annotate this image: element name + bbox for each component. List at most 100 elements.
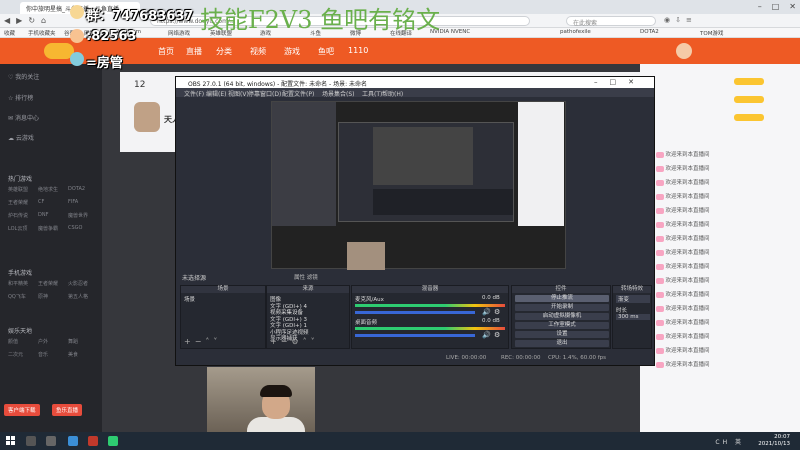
nav-video[interactable]: 视频 <box>250 46 266 57</box>
obs-menu-item[interactable]: 配置文件(P) <box>282 89 314 98</box>
sidebar-game-item[interactable]: LOL云顶 <box>8 225 38 232</box>
sidebar-game-item[interactable]: 魔兽争霸 <box>38 225 68 232</box>
bookmark-item[interactable]: pathofexile <box>560 29 591 35</box>
sidebar-game-item[interactable]: DOTA2 <box>68 186 98 193</box>
download-icon[interactable]: ⇩ <box>675 16 686 24</box>
sidebar-game-item[interactable]: 舞蹈 <box>68 338 98 345</box>
obs-menu-item[interactable]: 编辑(E) <box>206 89 226 98</box>
obs-app-icon[interactable] <box>88 436 98 446</box>
close-icon[interactable]: ✕ <box>789 2 796 11</box>
add-icon[interactable]: + <box>270 337 281 346</box>
bookmark-item[interactable]: DOTA2 <box>640 29 659 35</box>
forward-icon[interactable]: ▶ <box>16 16 28 25</box>
bookmark-item[interactable]: 收藏 <box>4 29 15 37</box>
speaker-icon[interactable]: 🔊 <box>482 331 491 339</box>
sidebar-game-item[interactable]: 原神 <box>38 293 68 300</box>
mic-volume-slider[interactable] <box>355 311 475 314</box>
sidebar-game-item[interactable]: DNF <box>38 212 68 219</box>
sidebar-game-item[interactable]: FIFA <box>68 199 98 206</box>
sidebar-game-item[interactable]: CF <box>38 199 68 206</box>
sidebar-item-message[interactable]: ✉ 消息中心 <box>8 113 39 122</box>
obs-maximize-icon[interactable]: □ <box>610 78 629 86</box>
nav-1110[interactable]: 1110 <box>348 46 368 55</box>
browser-icon[interactable] <box>68 436 78 446</box>
user-avatar[interactable] <box>676 43 692 59</box>
obs-menu-item[interactable]: 停靠窗口(D) <box>248 89 281 98</box>
search-input[interactable]: 在此搜索 <box>566 16 656 27</box>
system-tray[interactable]: CH 英 <box>715 437 744 446</box>
nav-live[interactable]: 直播 <box>186 46 202 57</box>
extension-icon[interactable]: ◉ <box>664 16 675 24</box>
up-icon[interactable]: ˄ <box>303 337 311 346</box>
obs-control-button[interactable]: 停止推流 <box>515 295 609 302</box>
sidebar-item-cloud[interactable]: ☁ 云游戏 <box>8 133 34 142</box>
add-icon[interactable]: + <box>184 337 195 346</box>
back-icon[interactable]: ◀ <box>4 16 16 25</box>
bookmark-item[interactable]: 手机收藏夹 <box>28 29 56 37</box>
transition-select[interactable]: 渐变 <box>616 295 650 303</box>
maximize-icon[interactable]: □ <box>772 2 780 11</box>
sidebar-game-item[interactable]: 颜值 <box>8 338 38 345</box>
chat-message: 欢迎来到本直播间 <box>656 164 798 174</box>
nav-yuba[interactable]: 鱼吧 <box>318 46 334 57</box>
fun-live-button[interactable]: 鱼乐直播 <box>52 404 83 416</box>
sidebar-game-item[interactable]: 绝地求生 <box>38 186 68 193</box>
nav-home[interactable]: 首页 <box>158 46 174 57</box>
search-icon[interactable] <box>26 436 36 446</box>
sidebar-game-item[interactable]: 二次元 <box>8 351 38 358</box>
down-icon[interactable]: ˅ <box>213 337 221 346</box>
sidebar-game-item[interactable]: 王者荣耀 <box>8 199 38 206</box>
sidebar-game-item[interactable]: 美食 <box>68 351 98 358</box>
speaker-icon[interactable]: 🔊 <box>482 308 491 316</box>
sidebar-game-item[interactable]: 和平精英 <box>8 280 38 287</box>
down-icon[interactable]: ˅ <box>311 337 319 346</box>
obs-control-button[interactable]: 设置 <box>515 331 609 338</box>
sidebar-game-item[interactable]: CSGO <box>68 225 98 232</box>
taskbar-clock[interactable]: 20:07 2021/10/13 <box>758 434 790 448</box>
sidebar-game-item[interactable]: 炉石传说 <box>8 212 38 219</box>
properties-filters-label[interactable]: 属性 滤镜 <box>294 273 318 281</box>
obs-menu-item[interactable]: 场景集合(S) <box>322 89 355 98</box>
mixer-gear-icon[interactable]: ⚙ <box>494 308 500 316</box>
sidebar-game-item[interactable]: 英雄联盟 <box>8 186 38 193</box>
sidebar-game-item[interactable]: QQ飞车 <box>8 293 38 300</box>
obs-menu-item[interactable]: 视图(V) <box>228 89 249 98</box>
sidebar-item-follow[interactable]: ♡ 我的关注 <box>8 72 39 81</box>
obs-close-icon[interactable]: ✕ <box>628 78 646 86</box>
obs-menu-item[interactable]: 工具(T) <box>362 89 382 98</box>
refresh-icon[interactable]: ↻ <box>28 16 41 25</box>
obs-menu-item[interactable]: 帮助(H) <box>382 89 403 98</box>
nav-category[interactable]: 分类 <box>216 46 232 57</box>
client-download-button[interactable]: 客户端下载 <box>4 404 40 416</box>
sidebar-game-item[interactable]: 第五人格 <box>68 293 98 300</box>
mixer-gear-icon[interactable]: ⚙ <box>494 331 500 339</box>
obs-control-button[interactable]: 启动虚拟摄像机 <box>515 313 609 320</box>
nav-games[interactable]: 游戏 <box>284 46 300 57</box>
remove-icon[interactable]: − <box>195 337 206 346</box>
sidebar-game-item[interactable]: 魔兽世界 <box>68 212 98 219</box>
remove-icon[interactable]: − <box>281 337 292 346</box>
taskview-icon[interactable] <box>46 436 56 446</box>
minimize-icon[interactable]: – <box>758 2 762 11</box>
bookmark-item[interactable]: TOM游戏 <box>700 29 723 37</box>
obs-control-button[interactable]: 退出 <box>515 340 609 347</box>
desktop-volume-slider[interactable] <box>355 334 475 337</box>
obs-menu-item[interactable]: 文件(F) <box>184 89 204 98</box>
duration-input[interactable]: 300 ms <box>616 314 650 320</box>
sidebar-game-item[interactable]: 王者荣耀 <box>38 280 68 287</box>
app-icon[interactable] <box>108 436 118 446</box>
menu-icon[interactable]: ≡ <box>686 16 697 24</box>
obs-control-button[interactable]: 工作室模式 <box>515 322 609 329</box>
sidebar-game-item[interactable]: 户外 <box>38 338 68 345</box>
sidebar-game-item[interactable]: 火影忍者 <box>68 280 98 287</box>
scene-item[interactable]: 场景 <box>184 295 195 303</box>
sidebar-item-rank[interactable]: ☆ 排行榜 <box>8 93 33 102</box>
home-icon[interactable]: ⌂ <box>41 16 52 25</box>
windows-start-icon[interactable] <box>6 436 16 446</box>
sidebar-game-item[interactable]: 音乐 <box>38 351 68 358</box>
bookmark-item[interactable]: 网络游戏 <box>168 29 190 37</box>
obs-minimize-icon[interactable]: – <box>594 78 610 86</box>
obs-control-button[interactable]: 开始录制 <box>515 304 609 311</box>
obs-preview[interactable] <box>271 101 566 270</box>
gear-icon[interactable]: ⚙ <box>291 337 302 346</box>
